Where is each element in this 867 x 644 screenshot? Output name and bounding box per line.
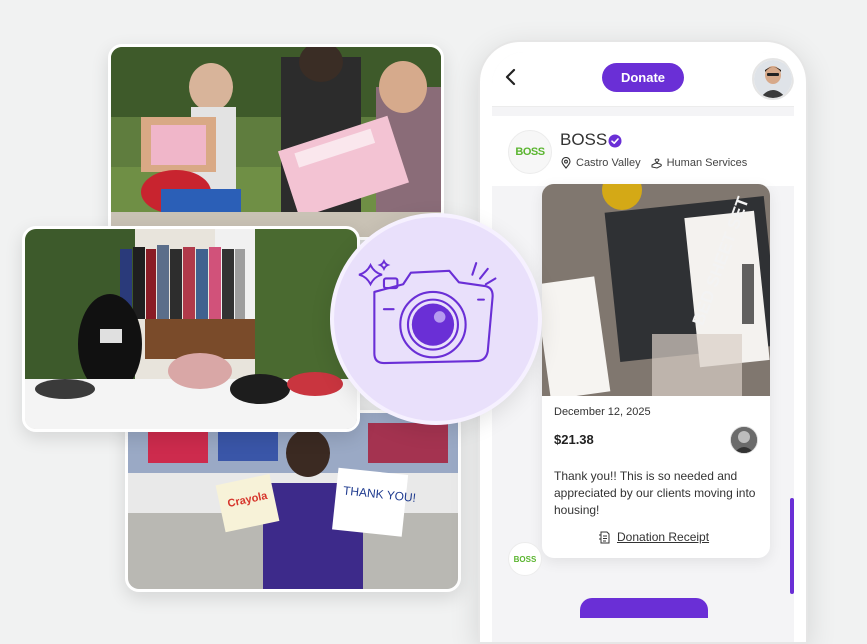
donor-avatar xyxy=(730,426,758,454)
scroll-indicator[interactable] xyxy=(790,498,794,594)
post-date: December 12, 2025 xyxy=(554,406,651,418)
post-photo: BED SHEET SET xyxy=(542,184,770,396)
user-avatar[interactable] xyxy=(752,58,794,100)
side-logo-text: BOSS xyxy=(513,554,537,564)
organization-category: Human Services xyxy=(666,157,748,169)
back-icon[interactable] xyxy=(500,66,522,88)
camera-icon xyxy=(358,259,497,365)
bottom-action-button[interactable] xyxy=(580,598,708,618)
verified-icon xyxy=(608,134,622,148)
post-message: Thank you!! This is so needed and apprec… xyxy=(554,469,756,517)
donation-receipt-label: Donation Receipt xyxy=(617,530,710,544)
donation-receipt-link[interactable]: Donation Receipt xyxy=(598,530,709,544)
document-icon xyxy=(599,531,610,543)
organization-location: Castro Valley xyxy=(576,157,641,169)
organization-meta: Castro Valley Human Services xyxy=(560,157,747,169)
photo-donation-boxes xyxy=(108,44,444,240)
post-amount: $21.38 xyxy=(554,432,594,447)
top-bar: Donate xyxy=(492,52,794,107)
camera-badge xyxy=(330,213,542,425)
photo-kid-thank-you: Crayola THANK YOU! xyxy=(125,410,461,592)
location-icon xyxy=(561,157,571,169)
organization-logo-text: BOSS xyxy=(515,146,545,158)
donate-button[interactable]: Donate xyxy=(602,63,684,92)
category-icon xyxy=(651,158,662,169)
impact-post-card[interactable]: BED SHEET SET December 12, 2025 $21.38 T… xyxy=(542,184,770,558)
organization-name: BOSS xyxy=(560,130,608,149)
organization-logo: BOSS xyxy=(508,130,552,174)
side-organization-logo: BOSS xyxy=(508,542,542,576)
photo-coats-backpack xyxy=(22,226,360,432)
organization-card[interactable]: BOSS BOSS Castro Valley Human Services xyxy=(492,116,794,186)
